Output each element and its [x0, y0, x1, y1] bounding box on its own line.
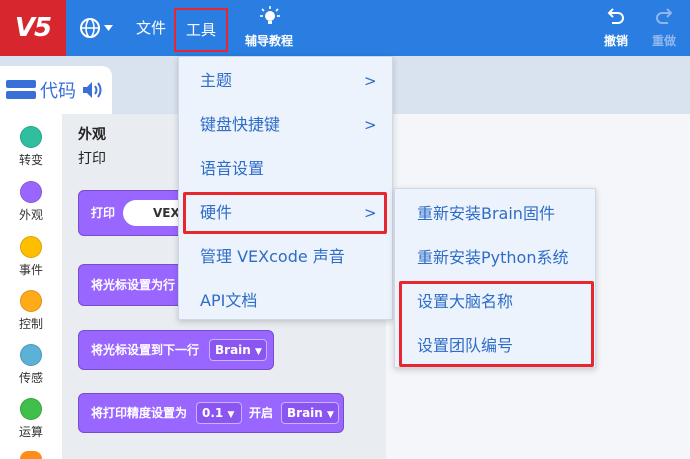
- dropdown-arrow-icon: ▼: [227, 410, 235, 420]
- highlight-brain-team: [399, 281, 594, 367]
- chevron-down-icon: [104, 25, 113, 31]
- category-label: 事件: [18, 263, 43, 277]
- highlight-hardware: [183, 192, 387, 234]
- category-dot: [20, 290, 42, 312]
- precision-dropdown[interactable]: 0.1 ▼: [196, 402, 242, 424]
- dropdown-arrow-icon: ▼: [255, 347, 262, 357]
- undo-button[interactable]: 撤销: [596, 0, 636, 56]
- vex-logo: V5: [0, 0, 66, 56]
- category-dot: [20, 181, 42, 203]
- menu-item-label: 语音设置: [200, 159, 265, 178]
- menu-files[interactable]: 文件: [136, 0, 166, 56]
- dropdown-value: Brain: [287, 406, 323, 420]
- block-label: 打印: [91, 206, 116, 220]
- menu-item-label: 键盘快捷键: [200, 115, 281, 134]
- category-dot: [20, 236, 42, 258]
- block-label: 将打印精度设置为: [91, 406, 188, 420]
- redo-icon: [656, 8, 673, 24]
- submenu-arrow-icon: >: [364, 116, 377, 134]
- menu-item-manage-sounds[interactable]: 管理 VEXcode 声音: [179, 235, 394, 279]
- category-dot: [20, 344, 42, 366]
- dropdown-arrow-icon: ▼: [327, 410, 334, 420]
- redo-label: 重做: [651, 34, 676, 48]
- tab-code[interactable]: 代码: [0, 66, 112, 114]
- speaker-icon[interactable]: [82, 80, 104, 100]
- language-button[interactable]: [78, 16, 118, 40]
- tutorials-label: 辅导教程: [244, 34, 293, 48]
- category-label: 转变: [18, 153, 43, 167]
- block-label: 将光标设置为行: [91, 278, 176, 292]
- section-title: 外观: [78, 127, 106, 143]
- brain-dropdown[interactable]: Brain ▼: [281, 402, 339, 424]
- block-print-precision[interactable]: 将打印精度设置为 0.1 ▼ 开启 Brain ▼: [78, 393, 344, 433]
- menu-item-voice-settings[interactable]: 语音设置: [179, 147, 394, 191]
- tutorials-button[interactable]: 辅导教程: [236, 0, 302, 56]
- lightbulb-icon: [260, 6, 280, 24]
- undo-icon: [607, 8, 624, 24]
- menu-item-label: 重新安装Brain固件: [417, 204, 555, 223]
- category-label: 传感: [18, 371, 43, 385]
- menu-item-reinstall-brain-firmware[interactable]: 重新安装Brain固件: [395, 192, 597, 236]
- menu-item-label: 主题: [200, 71, 233, 90]
- menu-item-reinstall-python[interactable]: 重新安装Python系统: [395, 236, 597, 280]
- tools-menu: 主题 > 键盘快捷键 > 语音设置 硬件 > 管理 VEXcode 声音 API…: [178, 56, 393, 320]
- subsection-title: 打印: [78, 151, 106, 167]
- tab-code-label: 代码: [40, 81, 76, 102]
- category-label: 控制: [18, 317, 43, 331]
- blocks-icon: [6, 80, 36, 99]
- category-label: 外观: [18, 208, 43, 222]
- category-label: 运算: [18, 425, 43, 439]
- block-next-row[interactable]: 将光标设置到下一行 Brain ▼: [78, 330, 274, 370]
- category-dot: [20, 398, 42, 420]
- block-label: 开启: [249, 406, 274, 420]
- menu-item-label: 重新安装Python系统: [417, 248, 569, 267]
- dropdown-value: 0.1: [202, 406, 224, 420]
- menu-item-label: API文档: [200, 291, 258, 310]
- submenu-arrow-icon: >: [364, 72, 377, 90]
- menu-tools[interactable]: 工具: [174, 8, 228, 52]
- redo-button[interactable]: 重做: [644, 0, 684, 56]
- globe-icon: [80, 18, 113, 38]
- menu-item-keyboard-shortcuts[interactable]: 键盘快捷键 >: [179, 103, 394, 147]
- category-dot: [20, 126, 42, 148]
- dropdown-value: Brain: [215, 343, 251, 357]
- brain-dropdown[interactable]: Brain ▼: [209, 339, 267, 361]
- menu-item-api-docs[interactable]: API文档: [179, 279, 394, 323]
- palette-header: 外观 打印: [78, 124, 106, 168]
- category-dot-partial: [20, 451, 42, 459]
- undo-label: 撤销: [603, 34, 628, 48]
- block-label: 将光标设置到下一行: [91, 343, 200, 357]
- menu-item-theme[interactable]: 主题 >: [179, 59, 394, 103]
- menu-item-label: 管理 VEXcode 声音: [200, 247, 345, 266]
